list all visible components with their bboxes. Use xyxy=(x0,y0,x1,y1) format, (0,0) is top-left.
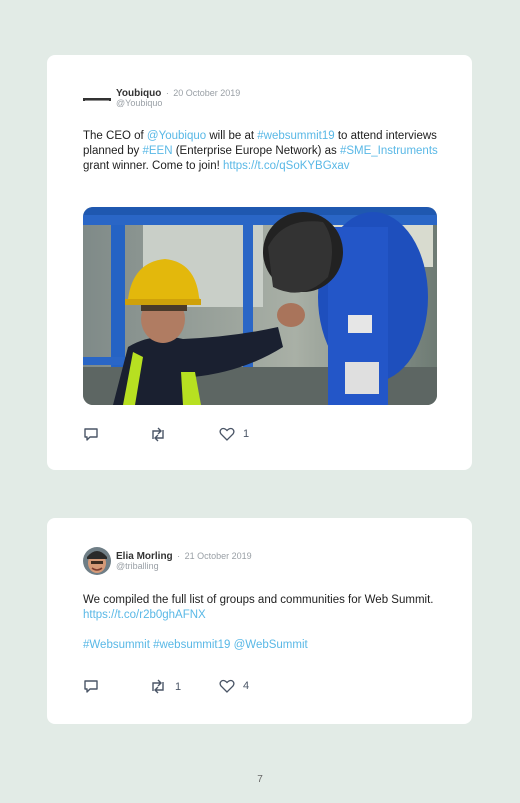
tweet-link[interactable]: @Youbiquo xyxy=(147,130,206,142)
tweet-actions: 1 4 xyxy=(83,679,283,695)
retweet-icon xyxy=(149,427,167,442)
tweet-text-segment: will be at xyxy=(206,130,258,142)
tweet-card: Youbiquo · 20 October 2019 @Youbiquo The… xyxy=(47,55,472,470)
like-button[interactable]: 1 xyxy=(219,427,249,441)
retweet-button[interactable] xyxy=(149,427,175,442)
like-button[interactable]: 4 xyxy=(219,679,249,693)
heart-icon xyxy=(219,679,235,693)
retweet-icon xyxy=(149,679,167,694)
tweet-text-segment: (Enterprise Europe Network) as xyxy=(172,145,340,157)
user-avatar-photo[interactable] xyxy=(83,547,111,575)
heart-icon xyxy=(219,427,235,441)
tweet-link[interactable]: #SME_Instruments xyxy=(340,145,438,157)
separator: · xyxy=(165,88,169,98)
retweet-button[interactable]: 1 xyxy=(149,679,181,694)
tweet-link[interactable]: #EEN xyxy=(142,145,172,157)
tweet-header: Elia Morling · 21 October 2019 @triballi… xyxy=(83,546,452,576)
tweet-link[interactable]: https://t.co/qSoKYBGxav xyxy=(223,160,350,172)
reply-button[interactable] xyxy=(83,427,107,442)
reply-icon xyxy=(83,679,99,694)
tweet-text-segment: The CEO of xyxy=(83,130,147,142)
tweet-text-segment: grant winner. Come to join! xyxy=(83,160,223,172)
separator: · xyxy=(177,551,181,561)
reply-icon xyxy=(83,427,99,442)
tweet-actions: 1 xyxy=(83,427,283,443)
author-handle[interactable]: @triballing xyxy=(116,561,159,571)
like-count: 1 xyxy=(243,428,250,440)
worker-with-robot-photo[interactable] xyxy=(83,207,437,405)
page-number: 7 xyxy=(257,774,263,785)
tweet-date[interactable]: 21 October 2019 xyxy=(185,551,252,561)
tweet-hashtags[interactable]: #Websummit #websummit19 @WebSummit xyxy=(83,638,442,653)
tweet-text: We compiled the full list of groups and … xyxy=(83,593,442,623)
tweet-text-segment: We compiled the full list of groups and … xyxy=(83,594,434,606)
tweet-card: Elia Morling · 21 October 2019 @triballi… xyxy=(47,518,472,724)
author-handle[interactable]: @Youbiquo xyxy=(116,98,162,108)
youbiquo-logo-icon[interactable] xyxy=(83,93,111,101)
like-count: 4 xyxy=(243,680,250,692)
tweet-date[interactable]: 20 October 2019 xyxy=(173,88,240,98)
tweet-link[interactable]: https://t.co/r2b0ghAFNX xyxy=(83,609,206,621)
tweet-text: The CEO of @Youbiquo will be at #websumm… xyxy=(83,129,442,174)
tweet-header: Youbiquo · 20 October 2019 @Youbiquo xyxy=(83,83,452,113)
retweet-count: 1 xyxy=(175,680,182,693)
reply-button[interactable] xyxy=(83,679,107,694)
tweet-link[interactable]: #websummit19 xyxy=(257,130,334,142)
